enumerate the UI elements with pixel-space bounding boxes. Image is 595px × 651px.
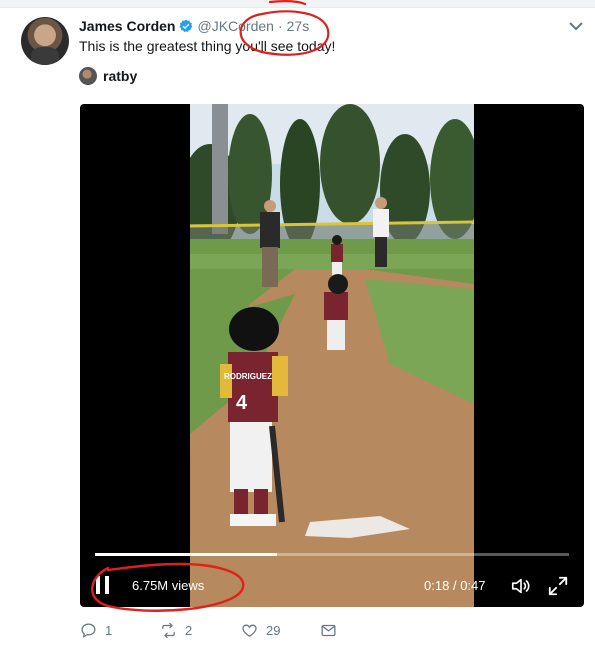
video-time-separator: / bbox=[452, 578, 457, 593]
like-button[interactable]: 29 bbox=[241, 622, 280, 639]
player-number: 4 bbox=[236, 392, 248, 414]
volume-icon[interactable] bbox=[510, 575, 532, 597]
video-current-time: 0:18 bbox=[424, 578, 450, 593]
header-separator: · bbox=[277, 18, 283, 34]
retweet-button[interactable]: 2 bbox=[160, 622, 192, 639]
pause-icon[interactable] bbox=[96, 576, 114, 596]
direct-message-button[interactable] bbox=[320, 622, 337, 639]
retweet-count: 2 bbox=[185, 623, 193, 638]
chevron-down-icon[interactable] bbox=[566, 19, 586, 35]
attribution-avatar[interactable] bbox=[79, 67, 97, 85]
reply-button[interactable]: 1 bbox=[80, 622, 112, 639]
retweet-icon bbox=[162, 622, 175, 639]
video-attribution[interactable]: ratby bbox=[79, 67, 137, 85]
reply-count: 1 bbox=[105, 623, 113, 638]
video-total-time: 0:47 bbox=[460, 578, 486, 593]
author-avatar[interactable] bbox=[21, 17, 69, 65]
video-progress-bar[interactable] bbox=[95, 553, 569, 556]
author-handle[interactable]: @JKCorden bbox=[197, 18, 273, 34]
message-icon bbox=[321, 624, 336, 637]
video-player[interactable]: 4 RODRIGUEZ 6.75M views 0:18 / 0:47 bbox=[80, 104, 584, 607]
like-icon bbox=[242, 624, 257, 637]
tweet-header: James Corden @JKCorden · 27s bbox=[79, 17, 309, 35]
video-time-display: 0:18 / 0:47 bbox=[424, 578, 486, 593]
author-name[interactable]: James Corden bbox=[79, 18, 175, 34]
fullscreen-icon[interactable] bbox=[547, 575, 569, 597]
tweet-text: This is the greatest thing you'll see to… bbox=[79, 38, 336, 54]
timeline-top-separator bbox=[0, 0, 595, 8]
attribution-name[interactable]: ratby bbox=[103, 68, 137, 84]
reply-icon bbox=[81, 623, 96, 638]
player-jersey-name: RODRIGUEZ bbox=[224, 372, 272, 381]
video-frame: 4 RODRIGUEZ bbox=[190, 104, 474, 607]
video-view-count: 6.75M views bbox=[132, 578, 205, 593]
like-count: 29 bbox=[266, 623, 281, 638]
tweet-timestamp[interactable]: 27s bbox=[287, 18, 310, 34]
video-progress-fill bbox=[95, 553, 277, 556]
verified-badge-icon bbox=[179, 19, 193, 33]
